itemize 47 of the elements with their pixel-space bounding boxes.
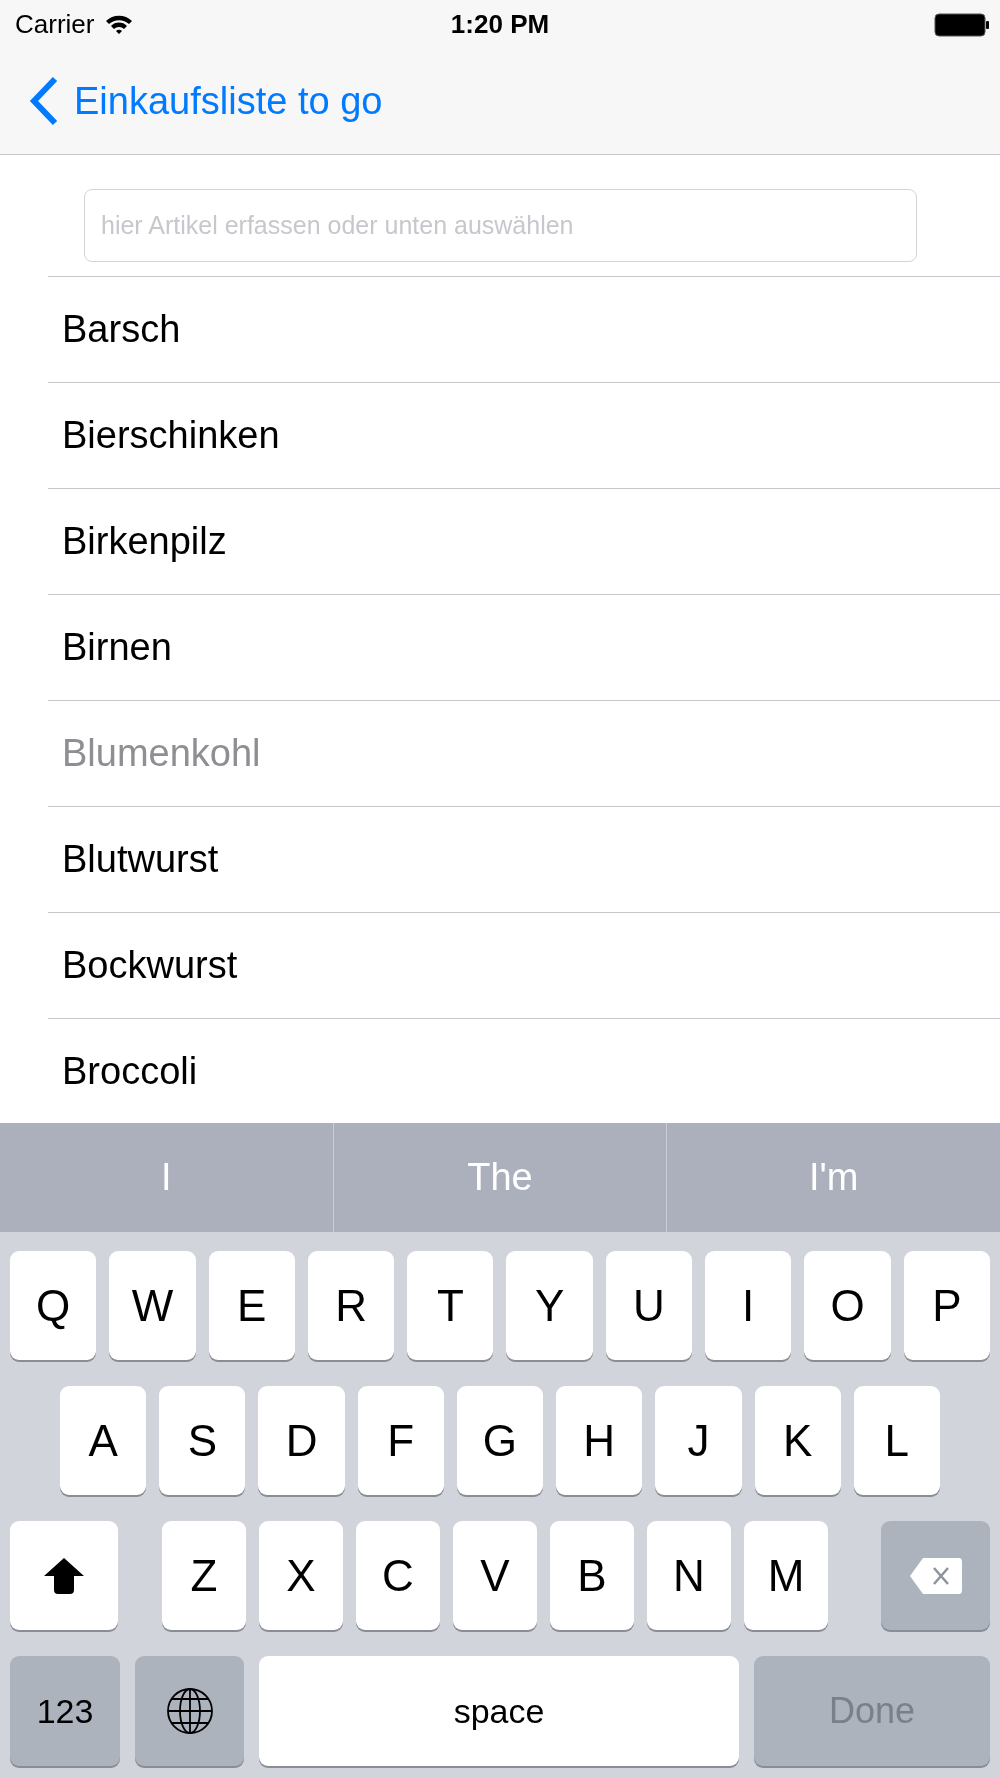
list-item[interactable]: Birkenpilz xyxy=(62,513,227,570)
key[interactable]: F xyxy=(357,1386,444,1495)
list-item[interactable]: Birnen xyxy=(62,619,172,676)
key[interactable]: G xyxy=(456,1386,544,1495)
key[interactable]: H xyxy=(556,1386,643,1495)
key[interactable]: X xyxy=(259,1521,343,1630)
key[interactable]: W xyxy=(109,1251,196,1360)
list-item[interactable]: Broccoli xyxy=(62,1043,198,1100)
key[interactable]: R xyxy=(307,1251,395,1360)
key[interactable]: U xyxy=(605,1251,693,1360)
key[interactable]: A xyxy=(60,1386,147,1495)
list-item[interactable]: Barsch xyxy=(62,301,181,358)
key[interactable]: O xyxy=(804,1251,891,1360)
wifi-icon xyxy=(104,13,135,35)
list-item[interactable]: Bierschinken xyxy=(62,407,280,464)
battery-icon xyxy=(934,13,990,37)
key[interactable]: L xyxy=(853,1386,940,1495)
key[interactable]: I xyxy=(705,1251,792,1360)
backspace-icon xyxy=(908,1556,963,1595)
key[interactable]: M xyxy=(744,1521,828,1630)
key[interactable]: Y xyxy=(506,1251,593,1360)
globe-icon xyxy=(165,1687,214,1735)
key[interactable]: E xyxy=(208,1251,295,1360)
numbers-key[interactable]: 123 xyxy=(10,1656,120,1766)
list-item[interactable]: Blutwurst xyxy=(62,831,219,888)
key[interactable]: Q xyxy=(10,1251,97,1360)
key[interactable]: T xyxy=(407,1251,494,1360)
key[interactable]: S xyxy=(159,1386,246,1495)
back-button[interactable]: Einkaufsliste to go xyxy=(28,72,383,130)
key[interactable]: D xyxy=(258,1386,345,1495)
article-input-field[interactable]: hier Artikel erfassen oder unten auswählen xyxy=(84,189,917,262)
time-label: 1:20 PM xyxy=(450,7,550,41)
shift-key[interactable] xyxy=(10,1521,118,1630)
key[interactable]: Z xyxy=(162,1521,246,1630)
list-item[interactable]: Bockwurst xyxy=(62,937,238,994)
globe-key[interactable] xyxy=(135,1656,244,1766)
space-key[interactable]: space xyxy=(259,1656,739,1766)
key[interactable]: N xyxy=(647,1521,731,1630)
back-chevron-icon xyxy=(28,76,60,126)
key[interactable]: K xyxy=(754,1386,841,1495)
shift-arrow-icon xyxy=(42,1555,86,1596)
key[interactable]: C xyxy=(356,1521,440,1630)
key[interactable]: P xyxy=(903,1251,990,1360)
carrier-label: Carrier xyxy=(15,7,95,41)
key[interactable]: J xyxy=(655,1386,742,1495)
key[interactable]: V xyxy=(453,1521,537,1630)
key[interactable]: B xyxy=(550,1521,634,1630)
